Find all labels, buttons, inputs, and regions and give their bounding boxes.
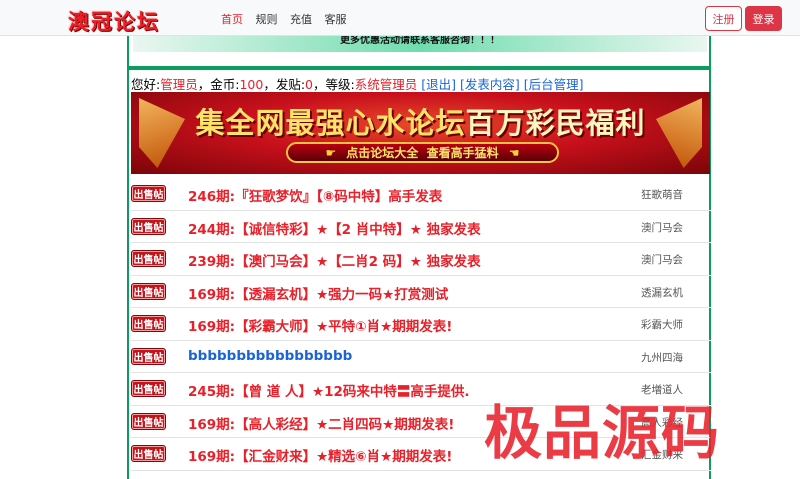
post-author[interactable]: 透漏玄机 <box>641 285 683 300</box>
greeting-label: 您好: <box>131 77 161 92</box>
nav-item-home[interactable]: 首页 <box>221 13 243 26</box>
post-row[interactable]: 出售帖 169期:【彩霸大师】★平特①肖★期期发表! 彩霸大师 <box>131 308 711 341</box>
pointing-hand-icon: ☛ <box>325 145 337 160</box>
post-title-link[interactable]: 169期:【汇金财来】★精选⑥肖★期期发表! <box>188 445 452 465</box>
banner-cta[interactable]: ☛ 点击论坛大全 查看高手猛料 ☚ <box>286 142 559 163</box>
sale-badge: 出售帖 <box>131 315 166 332</box>
nav-item-service[interactable]: 客服 <box>325 13 347 26</box>
post-title-link[interactable]: 169期:【透漏玄机】★强力一码★打赏测试 <box>188 283 448 303</box>
posts-value: 0 <box>305 77 313 92</box>
top-navbar: 澳冠论坛 首页 规则 充值 客服 注册 登录 <box>0 0 800 36</box>
post-row[interactable]: 出售帖 169期:【透漏玄机】★强力一码★打赏测试 透漏玄机 <box>131 276 711 308</box>
sale-badge: 出售帖 <box>131 380 166 397</box>
promo-banner[interactable]: 集全网最强心水论坛百万彩民福利 ☛ 点击论坛大全 查看高手猛料 ☚ <box>131 92 710 174</box>
nav-item-rules[interactable]: 规则 <box>256 13 278 26</box>
post-author[interactable]: 澳门马会 <box>641 252 683 267</box>
publish-link[interactable]: [发表内容] <box>460 77 520 92</box>
post-author[interactable]: 九州四海 <box>641 350 683 365</box>
login-button[interactable]: 登录 <box>745 6 782 31</box>
posts-label: ，发贴: <box>263 77 306 92</box>
banner-cta-text-b: 查看高手猛料 <box>426 146 499 160</box>
post-author[interactable]: 澳门马会 <box>641 220 683 235</box>
admin-link[interactable]: [后台管理] <box>524 77 584 92</box>
coins-label: ，金币: <box>197 77 240 92</box>
site-logo[interactable]: 澳冠论坛 <box>68 6 160 36</box>
post-author[interactable]: 老増道人 <box>641 382 683 397</box>
pointing-hand-icon: ☚ <box>508 145 520 160</box>
banner-title-highlight: 百万彩民福利 <box>465 106 646 140</box>
user-info-line: 您好:管理员，金币:100，发贴:0，等级:系统管理员 [退出] [发表内容] … <box>131 74 583 93</box>
sale-badge: 出售帖 <box>131 445 166 462</box>
post-title-link[interactable]: 239期:【澳门马会】★【二肖2 码】★ 独家发表 <box>188 250 481 270</box>
user-name: 管理员 <box>160 77 198 92</box>
level-label: ，等级: <box>312 77 355 92</box>
watermark: 极品源码 <box>484 399 721 467</box>
sale-badge: 出售帖 <box>131 250 166 267</box>
promo-notice: 更多优惠活动请联系客服咨询！！！ <box>133 36 707 52</box>
logout-link[interactable]: [退出] <box>421 77 456 92</box>
banner-title-main: 集全网最强心水论坛 <box>195 106 466 140</box>
divider <box>129 66 709 70</box>
post-row[interactable]: 出售帖 246期:『狂歌梦饮』【⑧码中特】高手发表 狂歌萌音 <box>131 178 711 211</box>
post-row[interactable]: 出售帖 244期:【诚信特彩】★【2 肖中特】★ 独家发表 澳门马会 <box>131 211 711 243</box>
post-row[interactable]: 出售帖 239期:【澳门马会】★【二肖2 码】★ 独家发表 澳门马会 <box>131 243 711 276</box>
post-title-link[interactable]: 169期:【彩霸大师】★平特①肖★期期发表! <box>188 315 452 335</box>
main-nav: 首页 规则 充值 客服 <box>221 11 356 27</box>
coins-value: 100 <box>239 77 264 92</box>
nav-item-recharge[interactable]: 充值 <box>290 13 312 26</box>
sale-badge: 出售帖 <box>131 185 166 202</box>
sale-badge: 出售帖 <box>131 347 166 365</box>
post-author[interactable]: 彩霸大师 <box>641 317 683 332</box>
post-title-link[interactable]: bbbbbbbbbbbbbbbbb <box>188 348 352 364</box>
post-row[interactable]: 出售帖 bbbbbbbbbbbbbbbbb 九州四海 <box>131 341 711 373</box>
level-value: 系统管理员 <box>354 77 418 92</box>
post-title-link[interactable]: 169期:【高人彩经】★二肖四码★期期发表! <box>188 413 454 433</box>
sale-badge: 出售帖 <box>131 412 166 430</box>
sale-badge: 出售帖 <box>131 217 166 235</box>
post-title-link[interactable]: 246期:『狂歌梦饮』【⑧码中特】高手发表 <box>188 185 442 205</box>
post-author[interactable]: 狂歌萌音 <box>641 187 683 202</box>
register-button[interactable]: 注册 <box>705 6 742 31</box>
post-title-link[interactable]: 245期:【曾 道 人】★12码来中特〓高手提供. <box>188 380 470 400</box>
post-title-link[interactable]: 244期:【诚信特彩】★【2 肖中特】★ 独家发表 <box>188 218 481 238</box>
banner-cta-text-a: 点击论坛大全 <box>346 146 419 160</box>
sale-badge: 出售帖 <box>131 282 166 300</box>
banner-title: 集全网最强心水论坛百万彩民福利 <box>131 100 710 142</box>
